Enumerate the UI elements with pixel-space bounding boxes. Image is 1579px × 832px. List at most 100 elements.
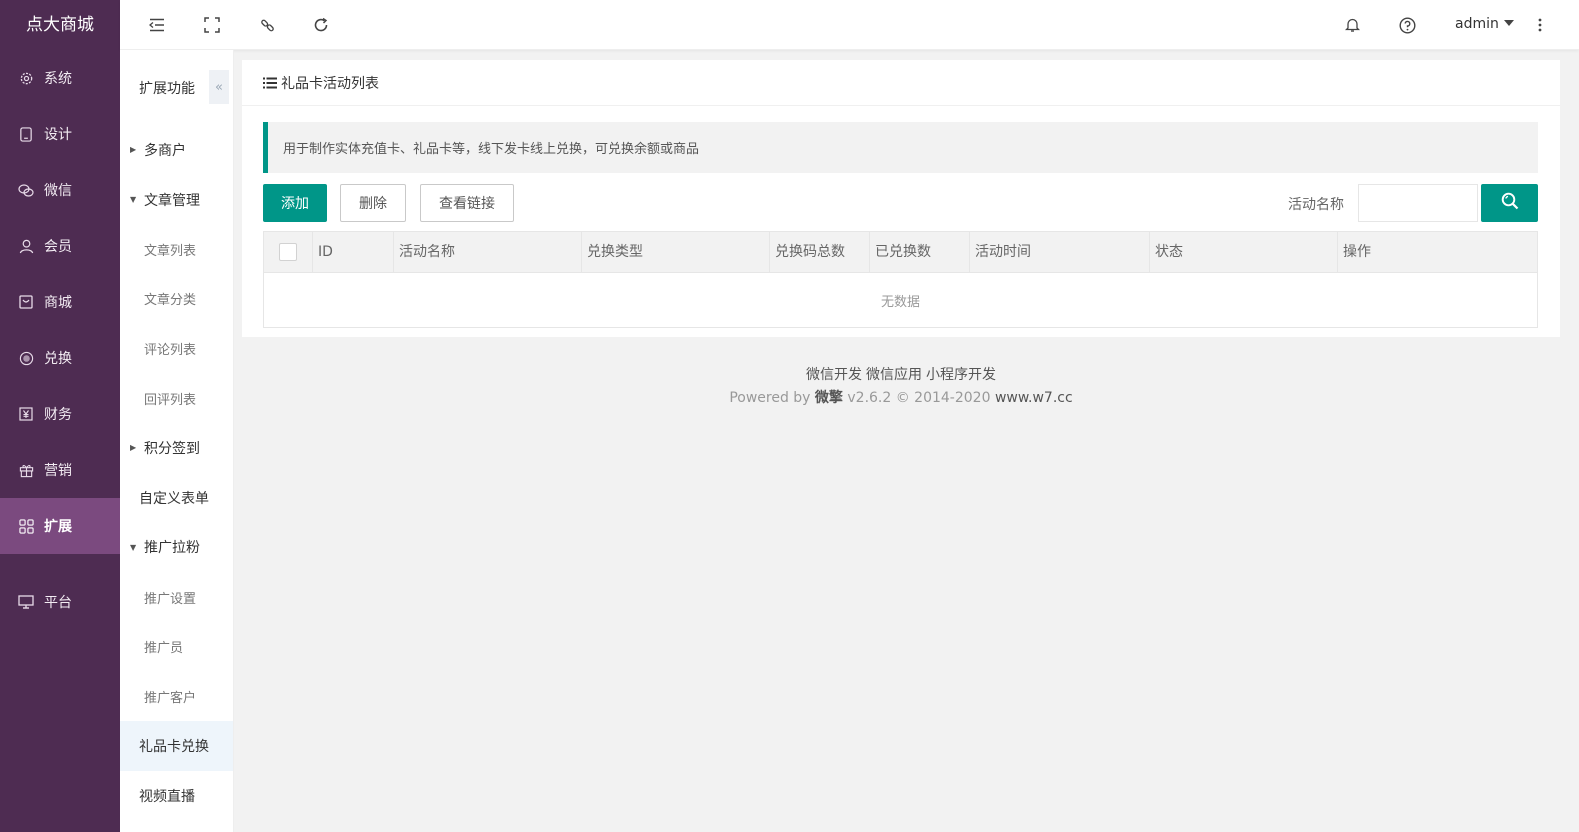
powered-prefix: Powered by	[729, 390, 811, 406]
nav2-item-article-list[interactable]: 文章列表	[120, 224, 233, 274]
search-button[interactable]	[1481, 184, 1538, 222]
nav-design[interactable]: 设计	[0, 106, 120, 162]
column-header: 活动名称	[393, 232, 581, 272]
panel-header: 礼品卡活动列表	[242, 60, 1560, 106]
nav2-item-promoters[interactable]: 推广员	[120, 622, 233, 672]
nav2-label: 推广客户	[144, 690, 197, 706]
secondary-sidebar: 扩展功能 « ▶ 多商户 ▼ 文章管理 文章列表 文章分类 评论列表 回评列表 ▶ 积…	[120, 50, 234, 832]
page-title: 礼品卡活动列表	[281, 75, 379, 92]
column-header: 状态	[1149, 232, 1337, 272]
nav2-item-custom-form[interactable]: 自定义表单	[120, 473, 233, 523]
nav-label: 扩展	[44, 519, 72, 535]
footer-link[interactable]: 微信开发	[806, 367, 862, 383]
nav2-label: 文章管理	[144, 192, 200, 209]
nav-extension[interactable]: 扩展	[0, 498, 120, 554]
powered-brand[interactable]: 微擎	[815, 390, 843, 406]
nav2-item-gift-card[interactable]: 礼品卡兑换	[120, 721, 233, 771]
nav2-group-article[interactable]: ▼ 文章管理	[120, 175, 233, 225]
powered-by: Powered by 微擎 v2.6.2 © 2014-2020 www.w7.…	[242, 387, 1560, 407]
menu-fold-icon[interactable]	[147, 15, 167, 35]
powered-site[interactable]: www.w7.cc	[995, 390, 1073, 406]
user-menu[interactable]: admin	[1455, 16, 1514, 32]
nav-label: 兑换	[44, 351, 72, 367]
delete-button[interactable]: 删除	[340, 184, 406, 222]
store-icon	[18, 294, 34, 310]
chevron-down-icon	[1503, 20, 1514, 26]
nav-finance[interactable]: 财务	[0, 386, 120, 442]
activity-name-search-input[interactable]	[1358, 184, 1478, 222]
select-all-cell	[264, 232, 312, 272]
yen-icon	[18, 406, 34, 422]
nav-label: 营销	[44, 463, 72, 479]
add-button[interactable]: 添加	[263, 184, 327, 222]
nav-marketing[interactable]: 营销	[0, 442, 120, 498]
nav2-label: 推广拉粉	[144, 540, 200, 557]
nav2-group-multi-merchant[interactable]: ▶ 多商户	[120, 125, 233, 175]
caret-right-icon: ▶	[130, 443, 137, 453]
nav2-label: 文章分类	[144, 293, 197, 309]
nav2-item-live-video[interactable]: 视频直播	[120, 771, 233, 821]
nav2-item-promotion-customers[interactable]: 推广客户	[120, 672, 233, 722]
caret-down-icon: ▼	[130, 542, 137, 552]
nav2-label: 推广员	[144, 641, 184, 657]
fullscreen-icon[interactable]	[202, 15, 222, 35]
nav-label: 设计	[44, 127, 72, 143]
nav-label: 微信	[44, 183, 72, 199]
nav2-label: 推广设置	[144, 591, 197, 607]
secondary-sidebar-title: 扩展功能 «	[120, 50, 233, 125]
nav2-label: 礼品卡兑换	[139, 739, 209, 756]
nav2-item-reply-list[interactable]: 回评列表	[120, 373, 233, 423]
nav2-item-article-category[interactable]: 文章分类	[120, 274, 233, 324]
view-link-button[interactable]: 查看链接	[420, 184, 514, 222]
nav-label: 财务	[44, 407, 72, 423]
footer: 微信开发 微信应用 小程序开发 Powered by 微擎 v2.6.2 © 201…	[242, 364, 1560, 407]
bell-icon[interactable]	[1342, 15, 1362, 35]
nav2-item-comment-list[interactable]: 评论列表	[120, 324, 233, 374]
select-all-checkbox[interactable]	[279, 243, 297, 261]
nav2-group-points-signin[interactable]: ▶ 积分签到	[120, 423, 233, 473]
column-header: 已兑换数	[869, 232, 969, 272]
user-icon	[18, 238, 34, 254]
sidebar-title-text: 扩展功能	[139, 80, 195, 97]
info-notice: 用于制作实体充值卡、礼品卡等，线下发卡线上兑换，可兑换余额或商品	[263, 122, 1538, 173]
top-header: admin	[120, 0, 1579, 50]
nav2-group-promotion[interactable]: ▼ 推广拉粉	[120, 523, 233, 573]
wechat-icon	[18, 182, 34, 198]
empty-state: 无数据	[880, 295, 920, 310]
link-icon[interactable]	[257, 15, 277, 35]
nav2-label: 评论列表	[144, 343, 197, 359]
exchange-icon	[18, 350, 34, 366]
nav-platform[interactable]: 平台	[0, 574, 120, 630]
nav-label: 商城	[44, 295, 72, 311]
tablet-icon	[18, 126, 34, 142]
column-header: 兑换类型	[581, 232, 769, 272]
nav2-label: 自定义表单	[139, 490, 209, 507]
nav-mall[interactable]: 商城	[0, 274, 120, 330]
monitor-icon	[18, 594, 34, 610]
nav-wechat[interactable]: 微信	[0, 162, 120, 218]
more-icon[interactable]	[1530, 15, 1550, 35]
refresh-icon[interactable]	[311, 15, 331, 35]
brand-logo[interactable]: 点大商城	[0, 0, 120, 50]
footer-links: 微信开发 微信应用 小程序开发	[242, 364, 1560, 384]
nav-exchange[interactable]: 兑换	[0, 330, 120, 386]
caret-down-icon: ▼	[130, 195, 137, 205]
nav2-label: 回评列表	[144, 392, 197, 408]
list-icon	[263, 77, 277, 89]
collapse-sidebar-button[interactable]: «	[209, 70, 229, 104]
nav2-item-promotion-settings[interactable]: 推广设置	[120, 572, 233, 622]
nav-label: 系统	[44, 71, 72, 87]
nav-member[interactable]: 会员	[0, 218, 120, 274]
gift-card-panel: 礼品卡活动列表 用于制作实体充值卡、礼品卡等，线下发卡线上兑换，可兑换余额或商品…	[242, 60, 1560, 337]
nav2-label: 视频直播	[139, 788, 195, 805]
gear-icon	[18, 70, 34, 86]
primary-sidebar: 点大商城 系统 设计 微信 会员 商城 兑换 财务 营销 扩展 平台	[0, 0, 120, 832]
footer-link[interactable]: 小程序开发	[926, 367, 996, 383]
help-icon[interactable]	[1397, 15, 1417, 35]
caret-right-icon: ▶	[130, 145, 137, 155]
nav-system[interactable]: 系统	[0, 50, 120, 106]
footer-link[interactable]: 微信应用	[866, 367, 922, 383]
column-header: 操作	[1337, 232, 1537, 272]
column-header: 活动时间	[969, 232, 1149, 272]
nav2-label: 文章列表	[144, 243, 197, 259]
